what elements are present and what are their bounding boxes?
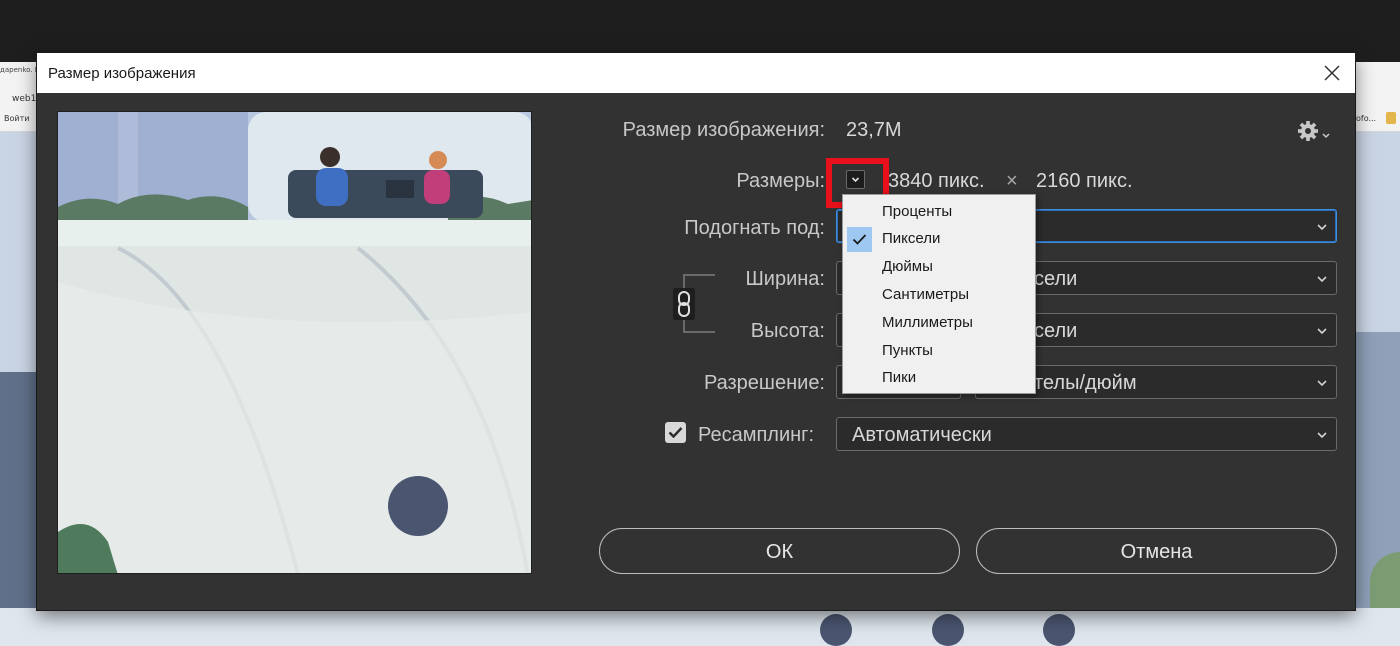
constrain-proportions-button[interactable] [673,288,695,320]
gear-icon [1298,121,1330,141]
ok-button[interactable]: ОК [599,528,960,574]
link-icon [673,288,695,320]
menu-item-label: Проценты [882,203,953,220]
menu-item-percent[interactable]: Проценты [843,199,1035,226]
chevron-down-icon [1317,276,1327,283]
cancel-button[interactable]: Отмена [976,528,1337,574]
dialog-titlebar: Размер изображения [37,53,1355,93]
menu-item-label: Дюймы [882,258,933,275]
dimensions-width-value: 3840 пикс. [888,170,985,192]
dimensions-height-value: 2160 пикс. [1036,170,1133,192]
image-preview[interactable] [57,111,532,574]
dimensions-separator: × [1006,170,1018,192]
check-icon [852,234,867,245]
menu-selected-marker [847,227,872,252]
cancel-button-label: Отмена [1120,541,1193,563]
close-icon [1324,65,1340,81]
resample-checkbox[interactable] [665,422,686,443]
menu-item-centimeters[interactable]: Сантиметры [843,282,1035,309]
resolution-label: Разрешение: [703,372,825,394]
browser-tab-text: дарenko. K [0,66,40,74]
browser-bookmark: Войти [4,114,30,123]
fit-to-label: Подогнать под: [684,217,825,239]
image-size-value: 23,7M [846,119,902,141]
browser-url-text: web1. [12,94,40,104]
menu-item-label: Миллиметры [882,314,973,331]
close-button[interactable] [1317,59,1347,87]
width-units-text: сели [1034,268,1078,290]
menu-item-pixels[interactable]: Пиксели [843,226,1035,253]
menu-item-label: Пики [882,369,917,386]
bookmark-folder-icon [1386,112,1396,124]
image-size-label: Размер изображения: [622,119,825,141]
chevron-down-icon [1317,328,1327,335]
dimensions-label: Размеры: [736,170,825,192]
resolution-units-text: телы/дюйм [1034,372,1137,394]
chevron-down-icon [1317,224,1327,231]
dimensions-units-menu: Проценты Пиксели Дюймы Сантиметры Миллим… [842,194,1036,394]
ok-button-label: ОК [765,541,794,563]
menu-item-picas[interactable]: Пики [843,365,1035,392]
menu-item-label: Сантиметры [882,286,970,303]
menu-item-label: Пункты [882,342,933,359]
resample-label: Ресамплинг: [698,424,815,446]
menu-item-label: Пиксели [882,230,941,247]
preview-illustration [58,112,531,573]
menu-item-millimeters[interactable]: Миллиметры [843,310,1035,337]
dialog-title: Размер изображения [48,65,196,82]
height-label: Высота: [750,320,825,342]
background-dot [820,614,852,646]
settings-menu-button[interactable] [1297,119,1331,143]
background-floor [0,608,1400,646]
menu-item-inches[interactable]: Дюймы [843,254,1035,281]
height-units-text: сели [1034,320,1078,342]
check-icon [668,427,683,439]
background-dot [1043,614,1075,646]
background-dot [932,614,964,646]
resample-method-text: Автоматически [852,424,992,446]
chevron-down-icon [1317,432,1327,439]
menu-item-points[interactable]: Пункты [843,338,1035,365]
image-size-dialog: Размер изображения Размер изображения: 2… [37,53,1355,610]
width-label: Ширина: [745,268,825,290]
browser-bookmark-right: ofo... [1356,114,1377,123]
resample-method-select[interactable]: Автоматически [836,417,1337,451]
chevron-down-icon [1317,380,1327,387]
